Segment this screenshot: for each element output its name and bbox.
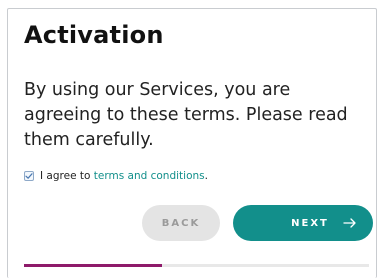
progress-bar — [24, 264, 369, 267]
agree-text-prefix: I agree to — [40, 170, 94, 182]
terms-link[interactable]: terms and conditions — [94, 170, 205, 182]
progress-fill — [24, 264, 162, 267]
arrow-right-icon — [343, 218, 356, 228]
agree-text-suffix: . — [204, 170, 208, 182]
back-button[interactable]: BACK — [142, 205, 220, 241]
page-title: Activation — [24, 21, 164, 49]
agree-checkbox[interactable] — [24, 171, 34, 181]
terms-agreement: I agree to terms and conditions . — [24, 168, 208, 184]
terms-description: By using our Services, you are agreeing … — [24, 80, 348, 150]
next-button-label: NEXT — [291, 217, 329, 229]
next-button[interactable]: NEXT — [233, 205, 373, 241]
checkmark-icon — [25, 173, 33, 179]
activation-card: Activation By using our Services, you ar… — [7, 8, 377, 278]
